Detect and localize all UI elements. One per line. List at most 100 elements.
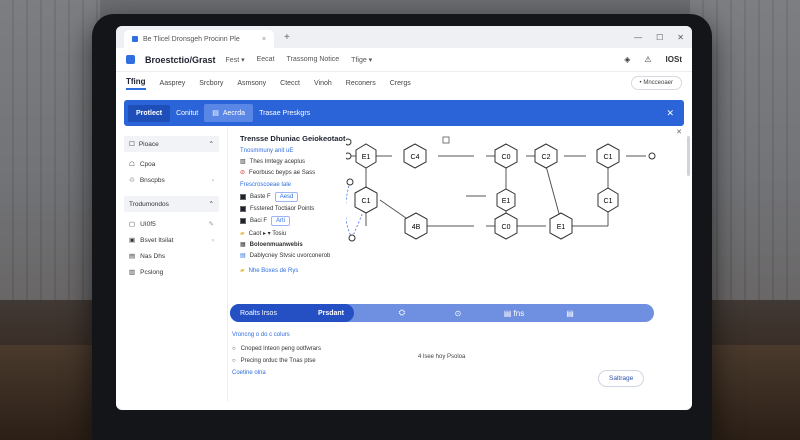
- panel-row-text: Thes Imtegy aceplus: [249, 158, 306, 165]
- panel-row-text: Caot ▸ ▾ Tosiu: [248, 231, 287, 237]
- sidebar-item-icon: ▥: [129, 269, 136, 276]
- header-right-label[interactable]: IOSt: [666, 55, 682, 64]
- warning-icon[interactable]: ⚠: [644, 55, 651, 64]
- grid-icon: ▦: [240, 242, 246, 248]
- panel-checkbox-row[interactable]: Baci F Arti: [240, 216, 348, 226]
- diagram-edges: [348, 155, 646, 227]
- node-label: E1: [502, 198, 511, 205]
- panel-tag[interactable]: Arti: [271, 216, 291, 226]
- panel-row-text: Fsstered Toctiaor Points: [250, 206, 315, 212]
- minimize-button[interactable]: —: [634, 33, 642, 42]
- diagram-node[interactable]: E1: [496, 188, 516, 212]
- document-icon: ▤: [212, 110, 219, 117]
- node-label: C1: [362, 198, 371, 205]
- header-link[interactable]: Eecat: [257, 56, 275, 64]
- bottom-toolbar: Roalts Irsos Prsdant ⛭ ⊙ ▤ fns ▤: [230, 304, 654, 322]
- panel-row-text: Baci F: [250, 218, 268, 224]
- new-tab-button[interactable]: +: [284, 32, 290, 43]
- sidebar-item[interactable]: ♲ Bnscpbs ›: [124, 172, 219, 188]
- diagram-node[interactable]: C1: [354, 186, 378, 214]
- sidebar-item[interactable]: ▣ Bsvet Itsilat ›: [124, 232, 219, 248]
- settings-icon[interactable]: ⛭: [374, 308, 430, 318]
- panel-link[interactable]: Tnosmmuny anit uE: [240, 148, 348, 154]
- nav-item[interactable]: Asmsony: [237, 80, 266, 87]
- panel-row[interactable]: ▧ Thes Imtegy aceplus: [240, 158, 348, 166]
- header-link[interactable]: Fest ▾: [226, 56, 245, 64]
- diagram-node[interactable]: C1: [597, 187, 619, 213]
- panel-row[interactable]: ▤ Dablycney Stvsic uvorconerob: [240, 252, 348, 260]
- screen: Be Tlicel Dronsgeh Procinn Ple × + — ☐ ✕…: [116, 26, 692, 410]
- panel-link[interactable]: Frescroscoeae tale: [240, 182, 348, 188]
- panel-checkbox-row[interactable]: Fsstered Toctiaor Points: [240, 206, 348, 212]
- image-icon: ▧: [240, 159, 246, 165]
- lower-heading-link[interactable]: Vroncng o do c colurs: [232, 332, 321, 338]
- panel-row-text: Boloenmuanwebis: [249, 241, 303, 248]
- nav-item[interactable]: Crergs: [390, 80, 411, 87]
- diagram-node[interactable]: C2: [534, 143, 558, 169]
- sidebar-item-icon: ▣: [129, 237, 136, 244]
- band-active-tab[interactable]: ▤ Aecrda: [204, 104, 254, 122]
- close-window-button[interactable]: ✕: [677, 33, 684, 42]
- toolbar-primary-label: Roalts Irsos: [240, 309, 277, 317]
- nav-item[interactable]: Aasprey: [160, 80, 186, 87]
- lower-link[interactable]: Coetine olna: [232, 370, 321, 376]
- sidebar-item[interactable]: ▥ Pcslong: [124, 264, 219, 280]
- checkbox[interactable]: [240, 194, 246, 200]
- background-wall-left: [0, 0, 100, 300]
- sidebar-item-icon: ♲: [129, 177, 135, 184]
- sidebar-section-header[interactable]: Trodumondos ⌃: [124, 196, 219, 212]
- nav-item-active[interactable]: Tfing: [126, 77, 146, 90]
- maximize-button[interactable]: ☐: [656, 33, 663, 42]
- diagram-node[interactable]: E1: [355, 143, 377, 169]
- app-header: Broestctio/Grast Fest ▾ Eecat Trassomg N…: [116, 48, 692, 72]
- diagram-node[interactable]: [442, 136, 450, 144]
- dropbox-icon[interactable]: ◈: [624, 55, 630, 64]
- panel-tag[interactable]: Aesd: [274, 192, 299, 202]
- submit-button[interactable]: Saltrage: [598, 370, 645, 387]
- header-link[interactable]: Tfige ▾: [351, 56, 372, 64]
- diagram-node[interactable]: E1: [549, 212, 573, 240]
- toolbar-primary-button[interactable]: Roalts Irsos Prsdant: [230, 304, 354, 322]
- nav-item[interactable]: Vinoh: [314, 80, 332, 87]
- diagram-node[interactable]: C0: [494, 143, 518, 169]
- diagram-node[interactable]: C1: [596, 143, 620, 169]
- band-close-icon[interactable]: ✕: [666, 108, 674, 119]
- target-icon[interactable]: ⊙: [430, 309, 486, 318]
- band-label[interactable]: Trasae Preskgrs: [259, 110, 310, 117]
- band-secondary-tab[interactable]: Conitut: [176, 110, 198, 117]
- panel-row[interactable]: ▦ Boloenmuanwebis: [240, 241, 348, 249]
- nav-item[interactable]: Ctecct: [280, 80, 300, 87]
- diagram-node[interactable]: C0: [494, 212, 518, 240]
- diagram-node[interactable]: 4B: [404, 212, 428, 240]
- radio-row[interactable]: ○ Cnoped lnteon peng ootfwrars: [232, 346, 321, 352]
- list-icon[interactable]: ▤: [542, 309, 598, 318]
- document-icon: ▤: [240, 253, 246, 259]
- nav-pill-button[interactable]: • Mncceoaer: [630, 76, 682, 90]
- image-files-icon[interactable]: ▤ fns: [486, 309, 542, 318]
- sidebar-item[interactable]: ☖ Cpoa: [124, 156, 219, 172]
- node-label: 4B: [412, 224, 421, 231]
- band-primary-tab[interactable]: Protlect: [128, 104, 171, 122]
- node-diagram: E1 C4 C0 C2 C1 C1 E1 C1 4B C0 E1: [346, 136, 656, 242]
- header-link[interactable]: Trassomg Notice: [287, 56, 340, 64]
- scrollbar[interactable]: [687, 136, 690, 176]
- nav-item[interactable]: Reconers: [346, 80, 376, 87]
- panel-row[interactable]: ⊘ Feorbusc beyps ae Sass: [240, 169, 348, 177]
- panel-checkbox-row[interactable]: Baste F Aesd: [240, 192, 348, 202]
- diagram-node[interactable]: C4: [403, 143, 427, 169]
- sidebar-section-header[interactable]: ☐ Pioace ⌃: [124, 136, 219, 152]
- close-panel-icon[interactable]: ✕: [676, 128, 682, 136]
- sidebar-item-label: Nas Dhs: [140, 252, 166, 260]
- tab-close-icon[interactable]: ×: [262, 36, 266, 43]
- header-links: Fest ▾ Eecat Trassomg Notice Tfige ▾: [226, 56, 373, 64]
- checkbox[interactable]: [240, 218, 246, 224]
- sidebar-item[interactable]: ▢ UI0f5 ✎: [124, 216, 219, 232]
- sidebar-item[interactable]: ▤ Nas Dhs: [124, 248, 219, 264]
- nav-item[interactable]: Srcbory: [199, 80, 223, 87]
- panel-row[interactable]: ▰ Caot ▸ ▾ Tosiu: [240, 230, 348, 237]
- pencil-icon: ✎: [208, 221, 214, 228]
- browser-tab[interactable]: Be Tlicel Dronsgeh Procinn Ple ×: [124, 30, 274, 48]
- checkbox[interactable]: [240, 206, 246, 212]
- panel-row[interactable]: ▰ Nhe Boxes de Rys: [240, 267, 348, 275]
- radio-row[interactable]: ○ Precing orduc the Tnas ptse: [232, 358, 321, 364]
